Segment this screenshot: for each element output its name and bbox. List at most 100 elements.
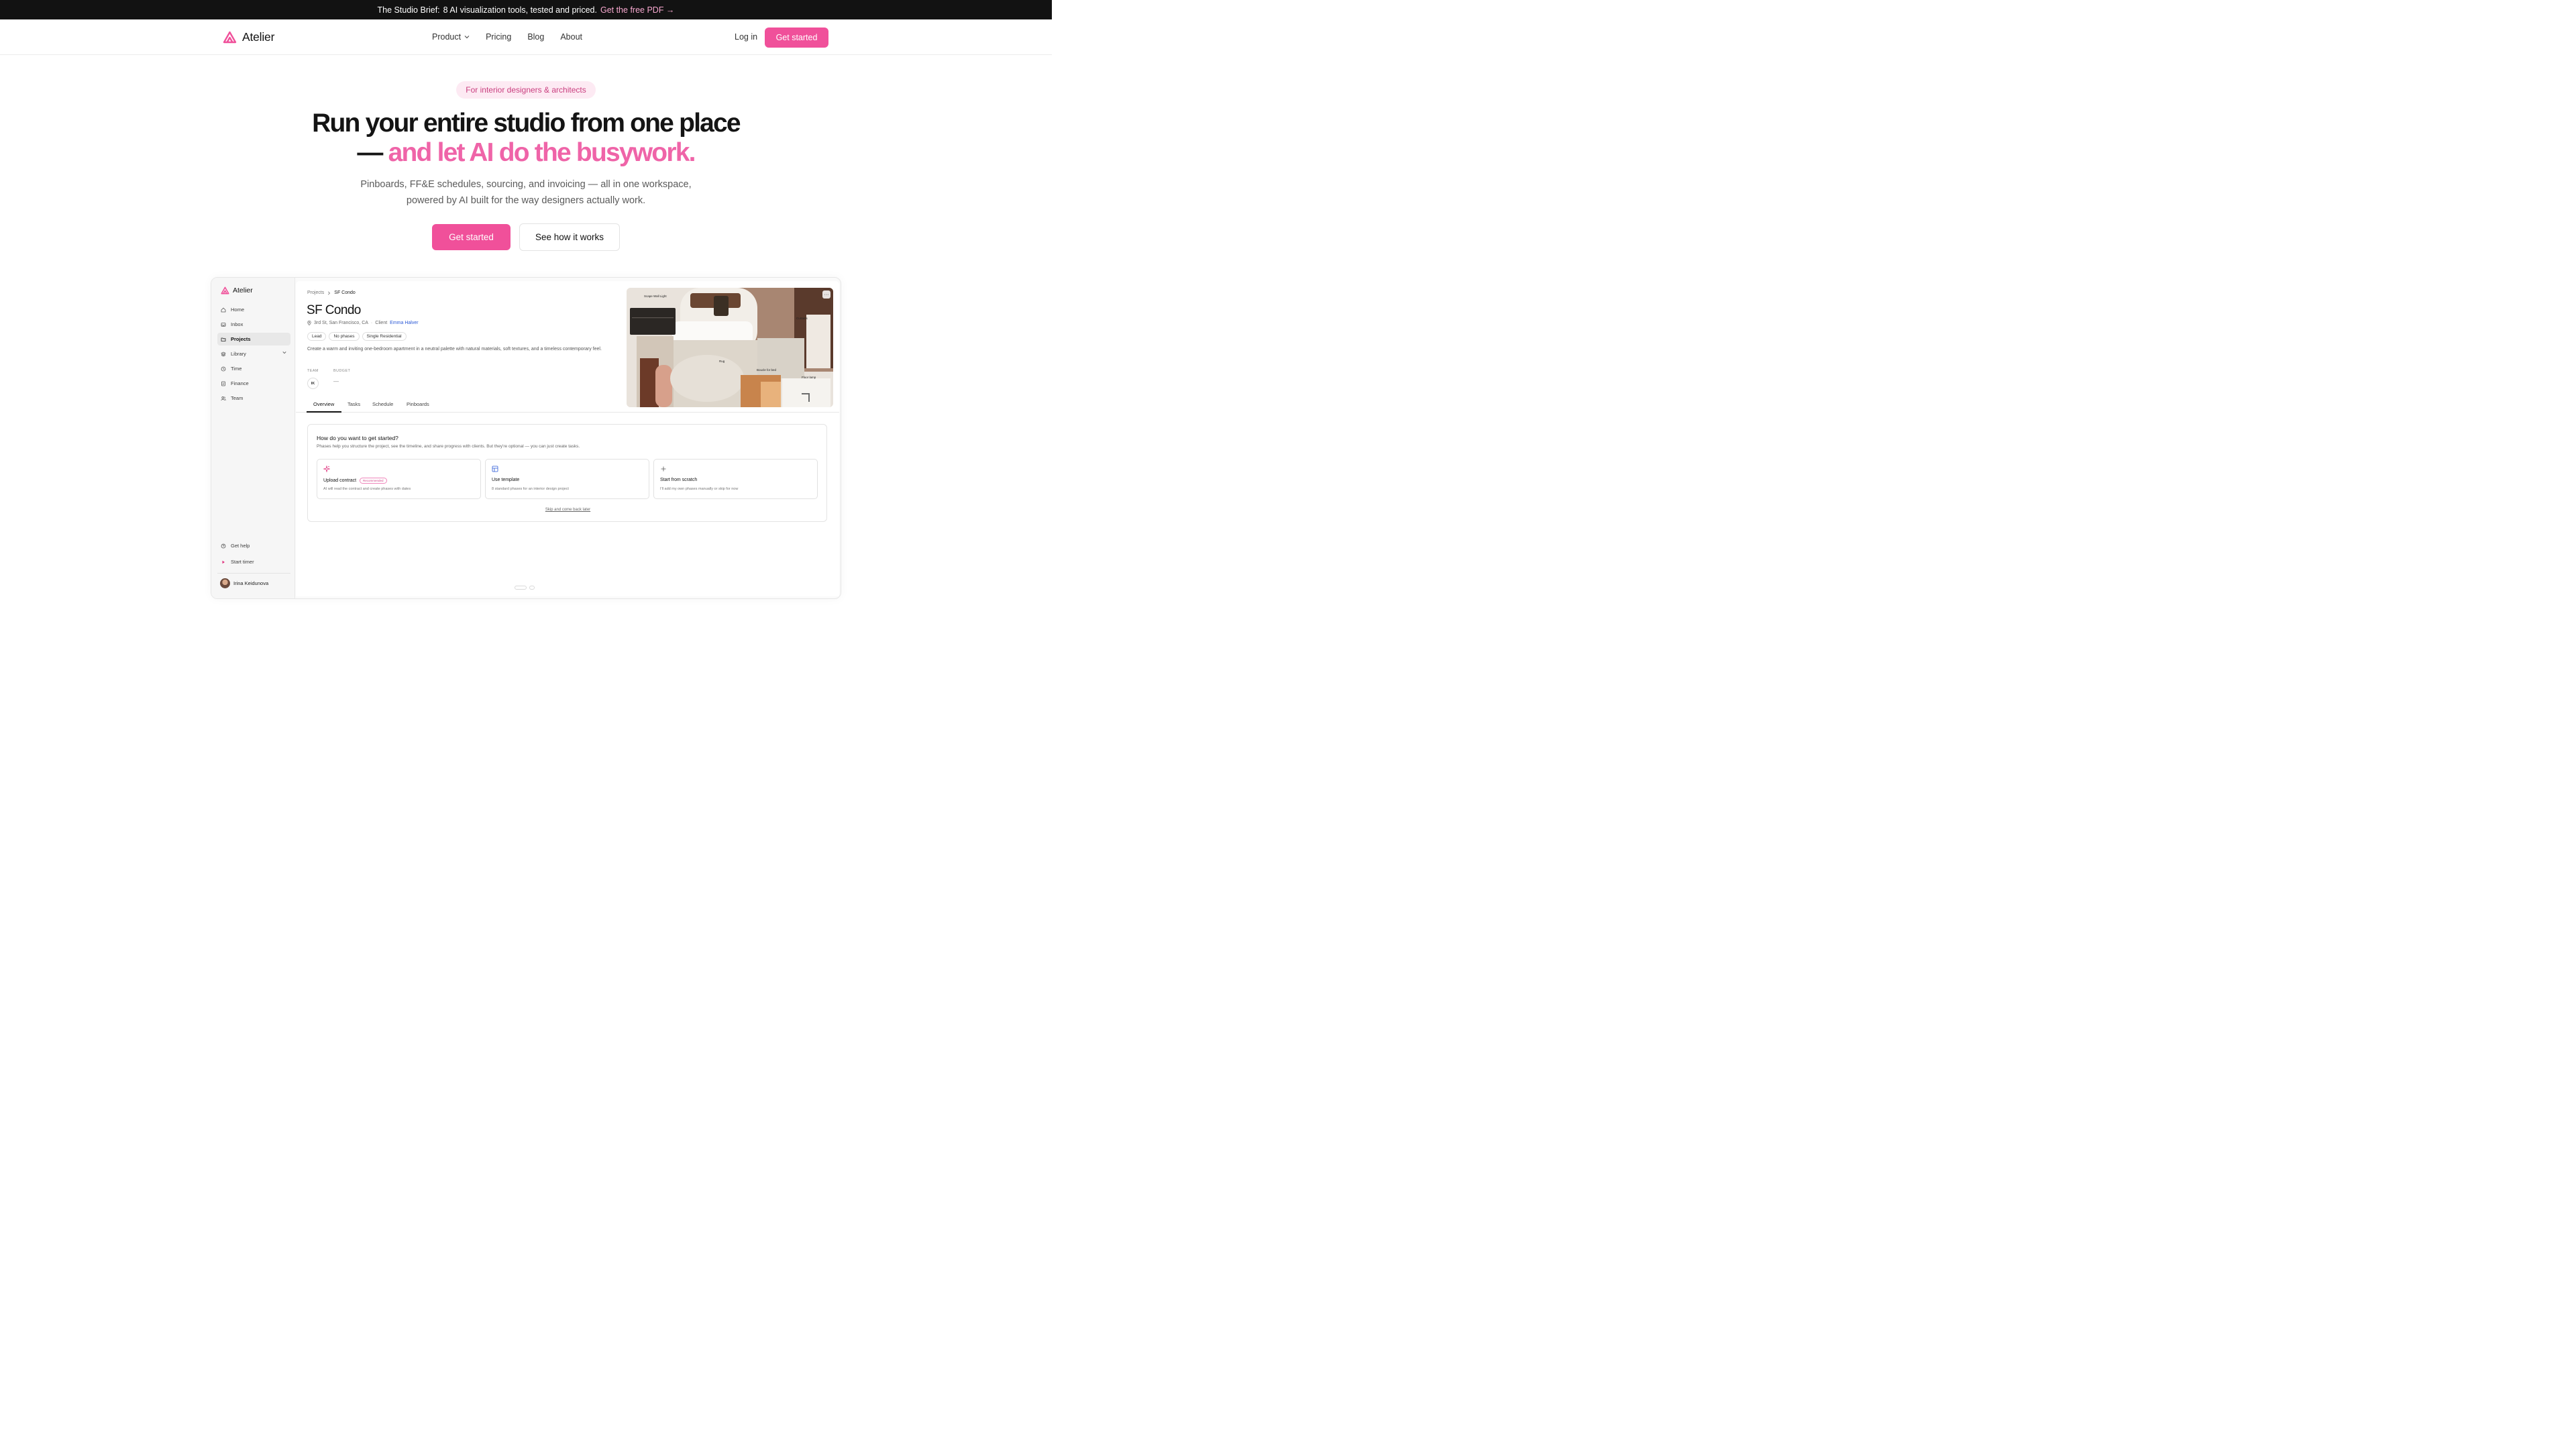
tab-overview[interactable]: Overview [313,401,334,407]
option-desc: 8 standard phases for an interior design… [492,487,569,491]
tab-tasks[interactable]: Tasks [347,401,360,407]
tab-schedule[interactable]: Schedule [372,401,393,407]
project-tags: Lead No phases Single Residential [307,332,407,341]
sidebar-item-label: Time [231,366,242,372]
option-title: Upload contract Recommended [323,478,387,484]
moodboard-label: Rug [719,360,725,363]
skip-link[interactable]: Skip and come back later [308,508,828,512]
template-icon [492,466,498,472]
option-desc: I'll add my own phases manually or skip … [660,487,739,491]
avatar [220,578,230,588]
option-title: Use template [492,478,520,482]
project-description: Create a warm and inviting one-bedroom a… [307,347,602,352]
address-text: 3rd St, San Francisco, CA [314,321,368,325]
get-help-label: Get help [231,543,250,549]
sidebar-start-timer[interactable]: Start timer [217,555,290,568]
hero-subtitle: Pinboards, FF&E schedules, sourcing, and… [322,176,730,209]
app-brand[interactable]: Atelier [221,286,253,294]
hero-title-dash: — [357,138,383,167]
chevron-right-icon [328,290,331,295]
active-tab-indicator [307,411,341,413]
sidebar-item-team[interactable]: Team [217,392,290,405]
sidebar-item-home[interactable]: Home [217,303,290,316]
address-separator: · [370,321,373,325]
see-how-it-works-button[interactable]: See how it works [519,223,620,251]
sidebar-item-projects[interactable]: Projects [217,333,290,345]
sidebar-get-help[interactable]: Get help [217,539,290,552]
brand-logo[interactable]: Atelier [223,30,274,44]
login-link[interactable]: Log in [735,32,757,42]
nav-product[interactable]: Product [432,32,470,42]
option-upload-contract[interactable]: Upload contract Recommended AI will read… [317,459,481,499]
hero-title-accent: and let AI do the busywork. [388,138,696,167]
nav-blog-label: Blog [527,32,545,42]
more-options-icon[interactable]: ··· [822,290,830,299]
onboarding-subtitle: Phases help you structure the project, s… [317,444,580,449]
main-nav: Product Pricing Blog About [432,32,582,42]
sidebar-divider [217,573,290,574]
sidebar-item-time[interactable]: Time [217,362,290,375]
start-timer-label: Start timer [231,559,254,565]
project-main: Projects SF Condo SF Condo 3rd St, San F… [296,281,839,596]
nav-pricing-label: Pricing [486,32,512,42]
carousel-dot[interactable] [529,586,535,590]
moodboard-label: Curtains [796,317,808,320]
sidebar-item-label: Home [231,307,245,313]
sidebar-item-finance[interactable]: Finance [217,377,290,390]
sidebar-item-library[interactable]: Library [217,347,290,360]
help-icon [221,543,226,548]
clock-icon [221,366,226,371]
sidebar-item-inbox[interactable]: Inbox [217,318,290,331]
hero-subtitle-line2: powered by AI built for the way designer… [406,195,646,206]
nav-blog[interactable]: Blog [527,32,544,42]
budget-label: BUDGET [333,369,351,373]
chevron-down-icon [282,352,286,354]
announcement-lead: The Studio Brief: [377,5,440,15]
moodboard-image [627,288,833,407]
hero-title: Run your entire studio from one place — … [255,109,797,168]
inbox-icon [221,322,226,327]
recommended-badge: Recommended [360,478,387,484]
moodboard-label: Floor lamp [802,376,816,379]
pinboard-preview[interactable]: Scape Wall Light Curtains Rug Boucle for… [627,288,833,407]
tag-type[interactable]: Single Residential [362,332,407,341]
play-icon [222,560,225,564]
announcement-bar: The Studio Brief: 8 AI visualization too… [0,0,1052,19]
team-member-avatar[interactable]: IK [307,378,319,389]
onboarding-title: How do you want to get started? [317,435,398,441]
tag-phases[interactable]: No phases [329,332,360,341]
moodboard-label: Scape Wall Light [644,294,667,298]
header-get-started-button[interactable]: Get started [765,28,828,48]
announcement-text: 8 AI visualization tools, tested and pri… [443,5,597,15]
nav-about[interactable]: About [560,32,582,42]
breadcrumb-current: SF Condo [334,290,356,295]
sidebar-item-label: Projects [231,336,251,342]
project-tabs: Overview Tasks Schedule Pinboards [296,398,839,413]
carousel-indicator [515,586,535,590]
nav-pricing[interactable]: Pricing [486,32,511,42]
project-title: SF Condo [307,303,361,317]
user-profile[interactable]: Irina Keidunova [220,578,268,588]
option-start-from-scratch[interactable]: Start from scratch I'll add my own phase… [653,459,818,499]
announcement-link[interactable]: Get the free PDF → [600,5,674,15]
option-use-template[interactable]: Use template 8 standard phases for an in… [485,459,649,499]
app-brand-name: Atelier [233,286,253,294]
sidebar-item-label: Library [231,351,246,357]
budget-value[interactable]: — [333,378,339,384]
option-desc: AI will read the contract and create pha… [323,487,411,491]
atelier-logo-icon [223,31,237,44]
carousel-dot-active[interactable] [515,586,527,590]
user-name: Irina Keidunova [233,580,269,586]
tag-status[interactable]: Lead [307,332,327,341]
onboarding-card: How do you want to get started? Phases h… [307,424,827,522]
client-link[interactable]: Emma Halver [390,321,418,325]
moodboard-label: Boucle for bed [757,368,777,372]
location-pin-icon [307,321,311,325]
audience-pill: For interior designers & architects [456,81,596,99]
project-address: 3rd St, San Francisco, CA · Client Emma … [307,321,419,325]
tab-pinboards[interactable]: Pinboards [407,401,429,407]
breadcrumb-projects[interactable]: Projects [307,290,324,295]
sidebar-item-label: Finance [231,380,249,386]
folder-icon [221,337,226,341]
hero-get-started-button[interactable]: Get started [432,224,511,250]
